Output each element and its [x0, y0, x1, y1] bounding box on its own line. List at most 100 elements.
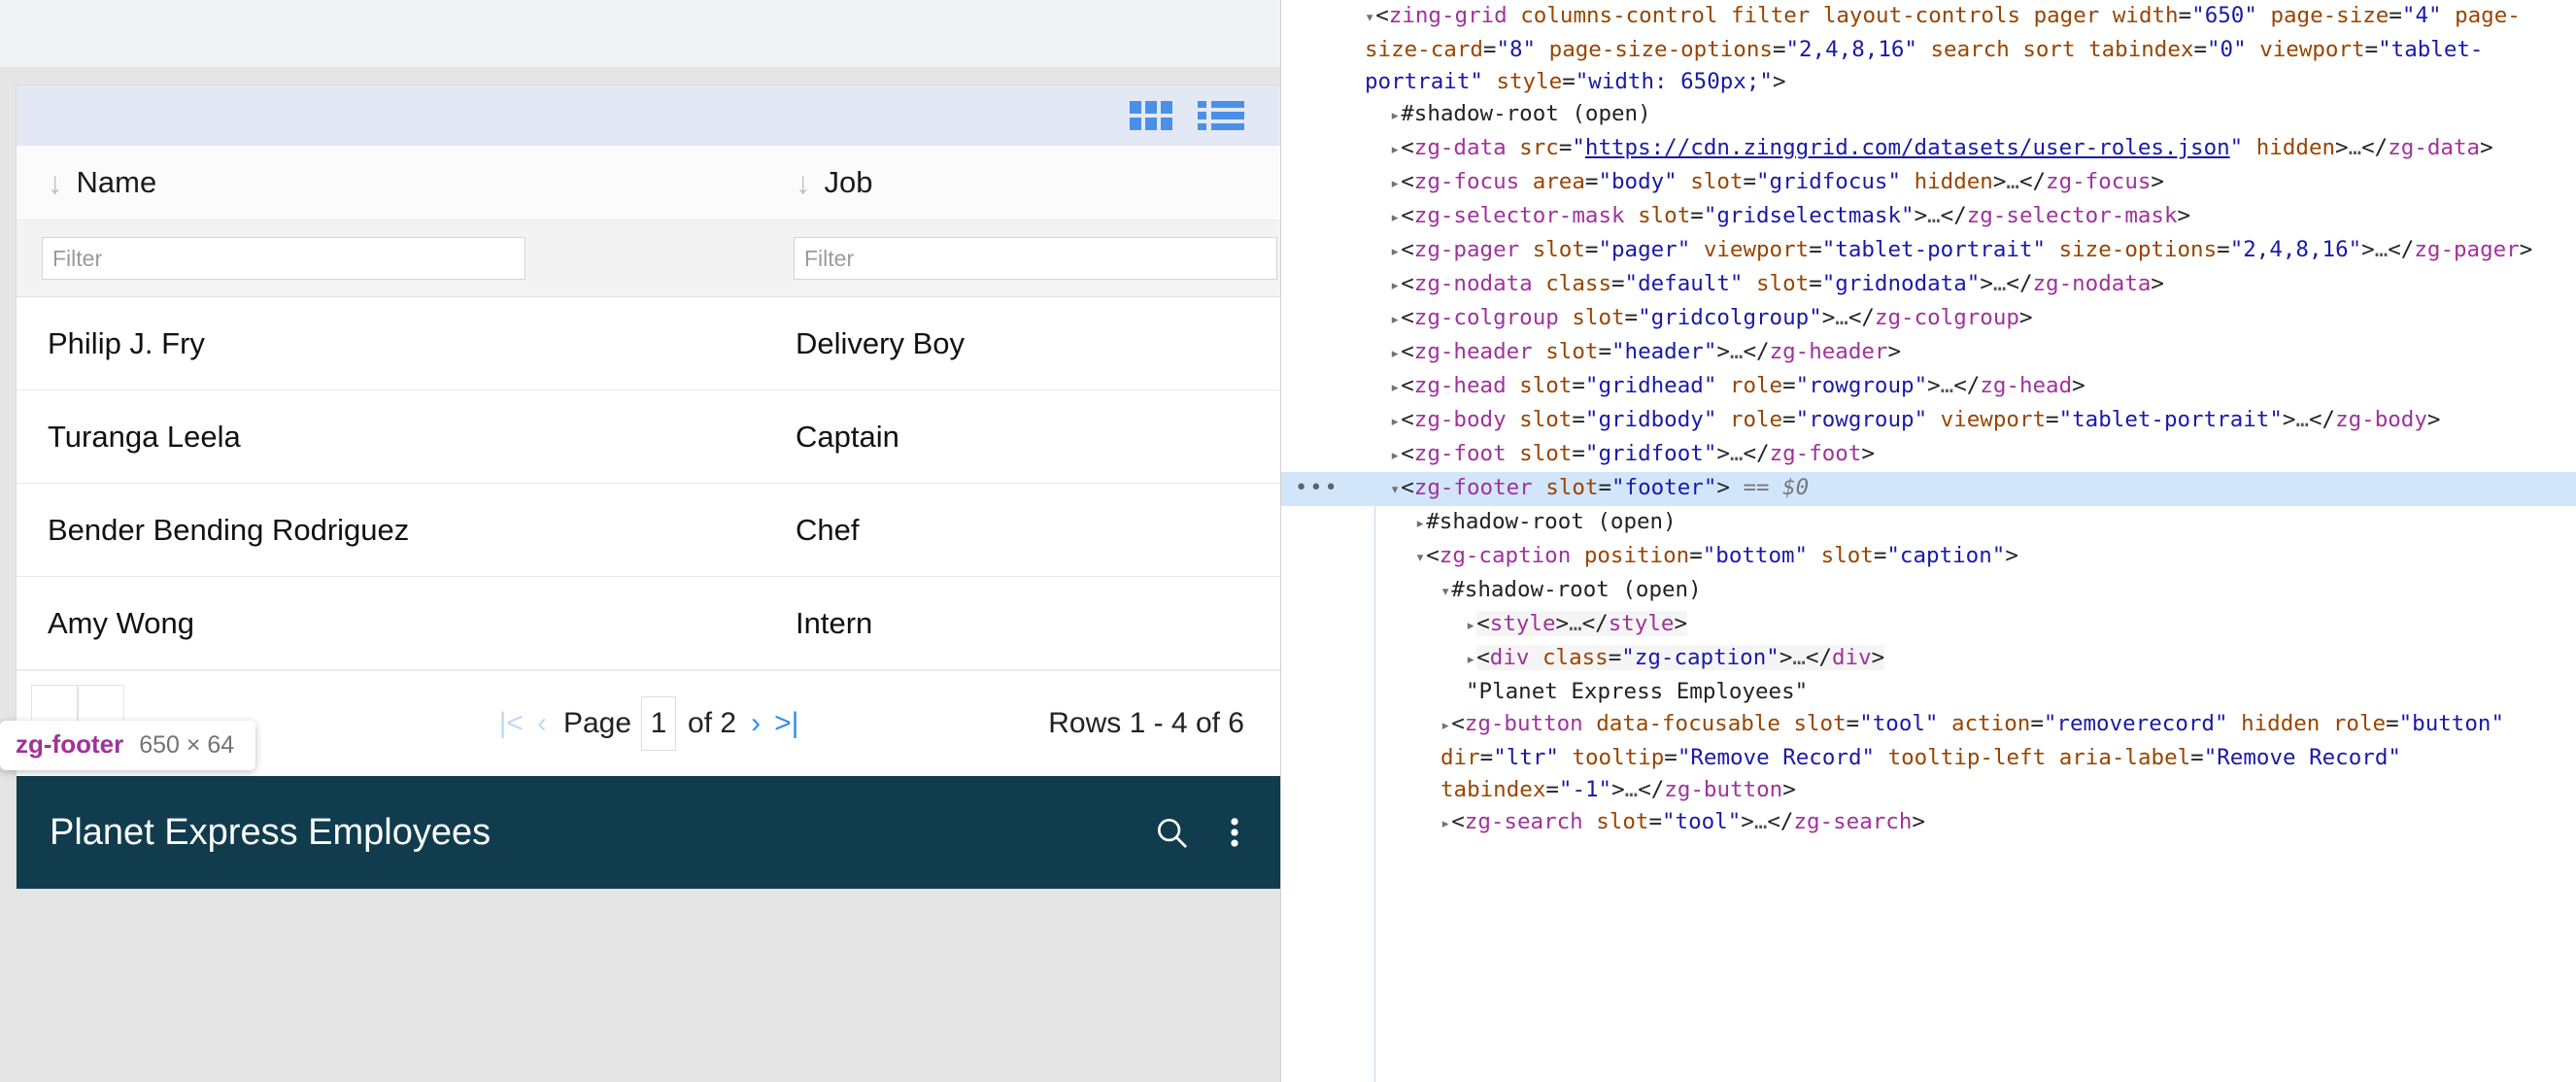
dom-tree-node-zg-foot[interactable]: ▸<zg-foot slot="gridfoot">…</zg-foot>: [1281, 438, 2576, 472]
dom-node-markup: <zg-caption position="bottom" slot="capt…: [1426, 543, 2018, 568]
dom-node-markup: <zg-body slot="gridbody" role="rowgroup"…: [1401, 407, 2441, 432]
cell-job: Intern: [796, 605, 873, 640]
chevron-down-icon[interactable]: ▾: [1415, 548, 1425, 567]
dom-node-markup: #shadow-root (open): [1426, 509, 1677, 534]
grid-caption-title: Planet Express Employees: [50, 811, 491, 853]
dom-tree-node-zg-head[interactable]: ▸<zg-head slot="gridhead" role="rowgroup…: [1281, 370, 2576, 404]
filter-cell-name: [17, 237, 764, 280]
dom-tree-node-zg-focus[interactable]: ▸<zg-focus area="body" slot="gridfocus" …: [1281, 166, 2576, 200]
cell-name: Amy Wong: [48, 605, 195, 640]
table-row[interactable]: Bender Bending Rodriguez Chef: [17, 484, 1280, 577]
dom-tree-node-zg-pager[interactable]: ▸<zg-pager slot="pager" viewport="tablet…: [1281, 234, 2576, 268]
cell-job: Chef: [796, 512, 860, 547]
chevron-right-icon[interactable]: ▸: [1390, 378, 1400, 397]
devtools-elements-panel: ▾<zing-grid columns-control filter layou…: [1280, 0, 2576, 1082]
dom-node-markup: <zg-focus area="body" slot="gridfocus" h…: [1401, 169, 2164, 194]
chevron-right-icon[interactable]: ▸: [1390, 106, 1400, 125]
column-header-name[interactable]: ↓ Name: [17, 165, 764, 200]
chevron-right-icon[interactable]: ▸: [1441, 814, 1450, 833]
chevron-right-icon[interactable]: ▸: [1415, 514, 1425, 533]
dom-node-markup: <zg-nodata class="default" slot="gridnod…: [1401, 271, 2164, 296]
grid-header-row: ↓ Name ↓ Job: [17, 146, 1280, 220]
filter-input-job[interactable]: [794, 237, 1277, 280]
dom-tree: ▾<zing-grid columns-control filter layou…: [1281, 0, 2576, 840]
dom-node-overflow-dots-icon[interactable]: •••: [1295, 472, 1339, 504]
dom-node-markup: <zing-grid columns-control filter layout…: [1365, 3, 2521, 94]
dom-tree-node-zg-nodata[interactable]: ▸<zg-nodata class="default" slot="gridno…: [1281, 268, 2576, 302]
chevron-right-icon[interactable]: ▸: [1390, 140, 1400, 159]
pager-rows-status: Rows 1 - 4 of 6: [1048, 707, 1244, 739]
dom-tree-node-zg-caption[interactable]: ▾<zg-caption position="bottom" slot="cap…: [1281, 540, 2576, 574]
dom-tree-node-zg-data[interactable]: ▸<zg-data src="https://cdn.zinggrid.com/…: [1281, 132, 2576, 166]
chevron-down-icon[interactable]: ▾: [1441, 582, 1450, 601]
chevron-right-icon[interactable]: ▸: [1466, 650, 1475, 669]
screenshot-root: ↓ Name ↓ Job Philip J. Fry: [0, 0, 2576, 1082]
dom-node-markup: <zg-pager slot="pager" viewport="tablet-…: [1401, 237, 2533, 262]
cell-name: Philip J. Fry: [48, 325, 205, 360]
chevron-right-icon[interactable]: ▸: [1390, 310, 1400, 329]
grid-layout-controls: [17, 85, 1280, 146]
chevron-right-icon[interactable]: ▸: [1390, 208, 1400, 227]
pager-page-input[interactable]: [641, 696, 677, 751]
chevron-right-icon[interactable]: ▸: [1441, 716, 1450, 735]
chevron-right-icon[interactable]: ▸: [1390, 174, 1400, 193]
dom-node-markup: <zg-data src="https://cdn.zinggrid.com/d…: [1401, 135, 2493, 160]
sort-descending-arrow-icon[interactable]: ↓: [48, 168, 63, 198]
cell-job: Delivery Boy: [796, 325, 965, 360]
column-header-job[interactable]: ↓ Job: [764, 165, 1280, 200]
dom-node-markup: #shadow-root (open): [1451, 577, 1702, 602]
dom-tree-guide-line: [1374, 506, 1375, 1082]
dom-tree-node-shadow-root-2[interactable]: ▸#shadow-root (open): [1281, 506, 2576, 540]
pager-last-page-icon[interactable]: >|: [767, 707, 805, 740]
dom-node-markup: <zg-head slot="gridhead" role="rowgroup"…: [1401, 373, 2085, 398]
grid-card-view-icon[interactable]: [1130, 101, 1172, 130]
dom-node-markup: <zg-colgroup slot="gridcolgroup">…</zg-c…: [1401, 305, 2033, 330]
grid-row-view-icon[interactable]: [1198, 101, 1244, 130]
dom-tree-node-shadow-root-3[interactable]: ▾#shadow-root (open): [1281, 574, 2576, 608]
table-row[interactable]: Philip J. Fry Delivery Boy: [17, 297, 1280, 390]
dom-tree-node-shadow-root-1[interactable]: ▸#shadow-root (open): [1281, 98, 2576, 132]
grid-footer-caption-bar: Planet Express Employees: [17, 776, 1280, 889]
inspect-badge-dimensions: 650 × 64: [139, 731, 235, 759]
dom-tree-node-zg-footer[interactable]: ••• ▾<zg-footer slot="footer"> == $0: [1281, 472, 2576, 506]
dom-node-markup: #shadow-root (open): [1401, 101, 1651, 126]
dom-node-markup: <zg-button data-focusable slot="tool" ac…: [1441, 711, 2504, 802]
filter-input-name[interactable]: [42, 237, 525, 280]
column-header-name-label: Name: [76, 165, 157, 199]
dom-node-markup: <style>…</style>: [1476, 611, 1687, 636]
chevron-right-icon[interactable]: ▸: [1390, 276, 1400, 295]
grid-filter-row: [17, 220, 1280, 297]
dom-tree-node-caption-text[interactable]: "Planet Express Employees": [1281, 676, 2576, 708]
dom-tree-node-zg-body[interactable]: ▸<zg-body slot="gridbody" role="rowgroup…: [1281, 404, 2576, 438]
search-icon[interactable]: [1153, 814, 1190, 851]
dom-tree-node-zg-selector-mask[interactable]: ▸<zg-selector-mask slot="gridselectmask"…: [1281, 200, 2576, 234]
chevron-right-icon[interactable]: ▸: [1390, 242, 1400, 261]
dom-tree-node-zing-grid[interactable]: ▾<zing-grid columns-control filter layou…: [1281, 0, 2576, 98]
dom-tree-node-zg-header[interactable]: ▸<zg-header slot="header">…</zg-header>: [1281, 336, 2576, 370]
pager-first-page-icon[interactable]: |<: [492, 707, 530, 740]
table-row[interactable]: Amy Wong Intern: [17, 577, 1280, 670]
chevron-right-icon[interactable]: ▸: [1390, 446, 1400, 465]
pager-previous-page-icon[interactable]: ‹: [530, 707, 554, 740]
dom-tree-node-style[interactable]: ▸<style>…</style>: [1281, 608, 2576, 642]
pager-next-page-icon[interactable]: ›: [744, 707, 767, 740]
chevron-right-icon[interactable]: ▸: [1390, 412, 1400, 431]
dom-node-markup: <zg-foot slot="gridfoot">…</zg-foot>: [1401, 441, 1875, 466]
chevron-right-icon[interactable]: ▸: [1390, 344, 1400, 363]
chevron-down-icon[interactable]: ▾: [1390, 480, 1400, 499]
column-header-job-label: Job: [824, 165, 873, 199]
cell-name: Turanga Leela: [48, 419, 241, 454]
dom-node-markup: <zg-search slot="tool">…</zg-search>: [1451, 809, 1925, 834]
chevron-down-icon[interactable]: ▾: [1365, 8, 1374, 27]
inspect-highlight-badge: zg-footer 650 × 64: [0, 721, 256, 770]
dom-tree-node-zg-button[interactable]: ▸<zg-button data-focusable slot="tool" a…: [1281, 708, 2576, 806]
sort-descending-arrow-icon[interactable]: ↓: [796, 168, 811, 198]
dom-node-markup: "Planet Express Employees": [1466, 679, 1809, 704]
dom-tree-node-zg-colgroup[interactable]: ▸<zg-colgroup slot="gridcolgroup">…</zg-…: [1281, 302, 2576, 336]
chevron-right-icon[interactable]: ▸: [1466, 616, 1475, 635]
dom-tree-node-div-zg-caption[interactable]: ▸<div class="zg-caption">…</div>: [1281, 642, 2576, 676]
dom-node-markup: <zg-footer slot="footer"> == $0: [1401, 475, 1810, 500]
table-row[interactable]: Turanga Leela Captain: [17, 390, 1280, 484]
kebab-menu-icon[interactable]: [1229, 814, 1240, 851]
dom-tree-node-zg-search[interactable]: ▸<zg-search slot="tool">…</zg-search>: [1281, 806, 2576, 840]
